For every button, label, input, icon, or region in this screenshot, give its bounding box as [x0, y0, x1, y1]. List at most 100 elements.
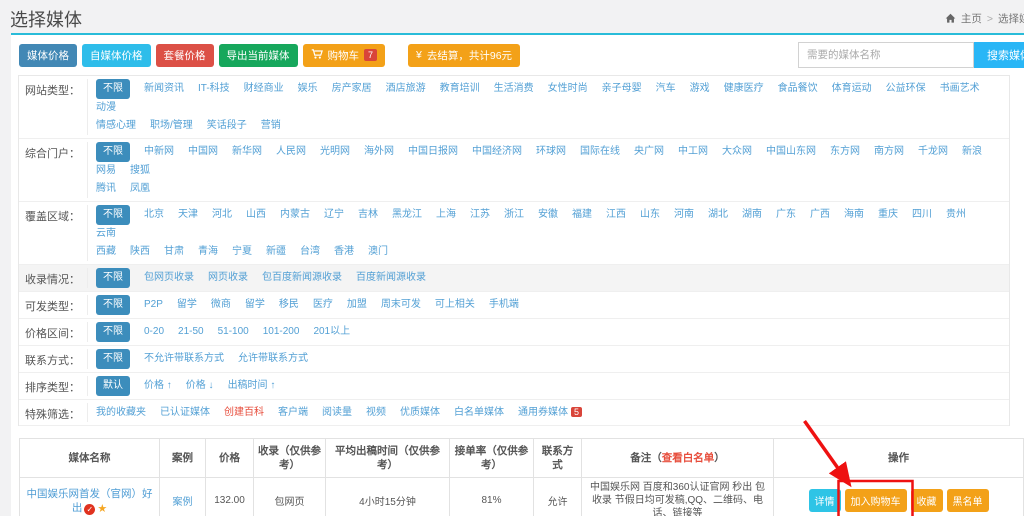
filter-option[interactable]: 辽宁 — [324, 206, 344, 224]
filter-option[interactable]: 娱乐 — [298, 80, 318, 98]
filter-option[interactable]: 海南 — [844, 206, 864, 224]
breadcrumb-home[interactable]: 主页 — [961, 11, 982, 26]
filter-option[interactable]: 动漫 — [96, 99, 116, 117]
search-input[interactable] — [798, 42, 974, 68]
filter-option[interactable]: 教育培训 — [440, 80, 480, 98]
filter-option[interactable]: 已认证媒体 — [160, 404, 210, 422]
filter-option[interactable]: 台湾 — [300, 243, 320, 261]
filter-option[interactable]: 中工网 — [678, 143, 708, 161]
filter-option[interactable]: 客户端 — [278, 404, 308, 422]
filter-option[interactable]: 出稿时间 ↑ — [228, 377, 276, 395]
filter-option[interactable]: 周末可发 — [381, 296, 421, 314]
filter-option[interactable]: 我的收藏夹 — [96, 404, 146, 422]
search-media-button[interactable]: 搜索媒体 — [974, 42, 1024, 68]
view-whitelist-link[interactable]: 查看白名单 — [662, 452, 715, 464]
package-price-button[interactable]: 套餐价格 — [156, 44, 214, 67]
filter-option[interactable]: 书画艺术 — [940, 80, 980, 98]
filter-option[interactable]: 视频 — [366, 404, 386, 422]
filter-option[interactable]: 留学 — [177, 296, 197, 314]
filter-option[interactable]: 财经商业 — [244, 80, 284, 98]
filter-option[interactable]: 网页收录 — [208, 269, 248, 287]
filter-option[interactable]: 中新网 — [144, 143, 174, 161]
filter-option[interactable]: 中国经济网 — [472, 143, 522, 161]
filter-option[interactable]: 浙江 — [504, 206, 524, 224]
filter-option[interactable]: 游戏 — [690, 80, 710, 98]
filter-option[interactable]: 不允许带联系方式 — [144, 350, 224, 368]
filter-option[interactable]: 健康医疗 — [724, 80, 764, 98]
filter-option[interactable]: 创建百科 — [224, 404, 264, 422]
filter-option[interactable]: 安徽 — [538, 206, 558, 224]
filter-option[interactable]: 甘肃 — [164, 243, 184, 261]
filter-option[interactable]: 吉林 — [358, 206, 378, 224]
filter-option[interactable]: 上海 — [436, 206, 456, 224]
filter-option[interactable]: 51-100 — [218, 323, 249, 341]
filter-option[interactable]: 汽车 — [656, 80, 676, 98]
filter-option[interactable]: 青海 — [198, 243, 218, 261]
filter-option[interactable]: 海外网 — [364, 143, 394, 161]
filter-option[interactable]: IT-科技 — [198, 80, 230, 98]
filter-option[interactable]: 环球网 — [536, 143, 566, 161]
filter-option[interactable]: 北京 — [144, 206, 164, 224]
filter-option[interactable]: 医疗 — [313, 296, 333, 314]
filter-option[interactable]: 包网页收录 — [144, 269, 194, 287]
filter-option[interactable]: 手机端 — [489, 296, 519, 314]
filter-option[interactable]: 加盟 — [347, 296, 367, 314]
filter-option[interactable]: 江苏 — [470, 206, 490, 224]
export-current-media-button[interactable]: 导出当前媒体 — [219, 44, 298, 67]
filter-option[interactable]: 新疆 — [266, 243, 286, 261]
filter-option[interactable]: 南方网 — [874, 143, 904, 161]
filter-option[interactable]: 可上相关 — [435, 296, 475, 314]
filter-option[interactable]: 中国网 — [188, 143, 218, 161]
filter-option[interactable]: 白名单媒体 — [454, 404, 504, 422]
filter-option[interactable]: 微商 — [211, 296, 231, 314]
filter-option[interactable]: 重庆 — [878, 206, 898, 224]
filter-option[interactable]: 广西 — [810, 206, 830, 224]
filter-option[interactable]: 广东 — [776, 206, 796, 224]
filter-option[interactable]: 澳门 — [368, 243, 388, 261]
filter-option[interactable]: 贵州 — [946, 206, 966, 224]
filter-option[interactable]: 公益环保 — [886, 80, 926, 98]
filter-option[interactable]: 新浪 — [962, 143, 982, 161]
filter-option[interactable]: 黑龙江 — [392, 206, 422, 224]
filter-option[interactable]: 天津 — [178, 206, 198, 224]
filter-option-selected[interactable]: 不限 — [96, 268, 130, 288]
favorite-button[interactable]: 收藏 — [911, 489, 943, 512]
cart-button[interactable]: 购物车7 — [303, 44, 386, 67]
case-link[interactable]: 案例 — [173, 497, 193, 508]
filter-option[interactable]: 新华网 — [232, 143, 262, 161]
filter-option[interactable]: 搜狐 — [130, 162, 150, 180]
filter-option[interactable]: 内蒙古 — [280, 206, 310, 224]
filter-option[interactable]: 中国日报网 — [408, 143, 458, 161]
filter-option[interactable]: 网易 — [96, 162, 116, 180]
filter-option[interactable]: 阅读量 — [322, 404, 352, 422]
filter-option[interactable]: 21-50 — [178, 323, 204, 341]
filter-option-selected[interactable]: 不限 — [96, 142, 130, 162]
filter-option[interactable]: 四川 — [912, 206, 932, 224]
filter-option[interactable]: 0-20 — [144, 323, 164, 341]
filter-option[interactable]: 凤凰 — [130, 180, 150, 198]
filter-option[interactable]: 职场/管理 — [150, 117, 193, 135]
filter-option[interactable]: 云南 — [96, 225, 116, 243]
filter-option[interactable]: 留学 — [245, 296, 265, 314]
filter-option[interactable]: 亲子母婴 — [602, 80, 642, 98]
filter-option[interactable]: 国际在线 — [580, 143, 620, 161]
filter-option-selected[interactable]: 不限 — [96, 79, 130, 99]
filter-option[interactable]: 房产家居 — [332, 80, 372, 98]
filter-option[interactable]: 湖北 — [708, 206, 728, 224]
filter-option[interactable]: 通用券媒体5 — [518, 403, 582, 422]
filter-option[interactable]: 山西 — [246, 206, 266, 224]
filter-option[interactable]: 东方网 — [830, 143, 860, 161]
filter-option[interactable]: 中国山东网 — [766, 143, 816, 161]
filter-option[interactable]: 优质媒体 — [400, 404, 440, 422]
self-media-price-button[interactable]: 自媒体价格 — [82, 44, 151, 67]
filter-option[interactable]: 食品餐饮 — [778, 80, 818, 98]
filter-option[interactable]: 湖南 — [742, 206, 762, 224]
filter-option[interactable]: 移民 — [279, 296, 299, 314]
filter-option[interactable]: 体育运动 — [832, 80, 872, 98]
filter-option-selected[interactable]: 不限 — [96, 205, 130, 225]
filter-option[interactable]: 央广网 — [634, 143, 664, 161]
filter-option[interactable]: 情感心理 — [96, 117, 136, 135]
filter-option[interactable]: 山东 — [640, 206, 660, 224]
filter-option-selected[interactable]: 不限 — [96, 322, 130, 342]
detail-button[interactable]: 详情 — [809, 489, 841, 512]
